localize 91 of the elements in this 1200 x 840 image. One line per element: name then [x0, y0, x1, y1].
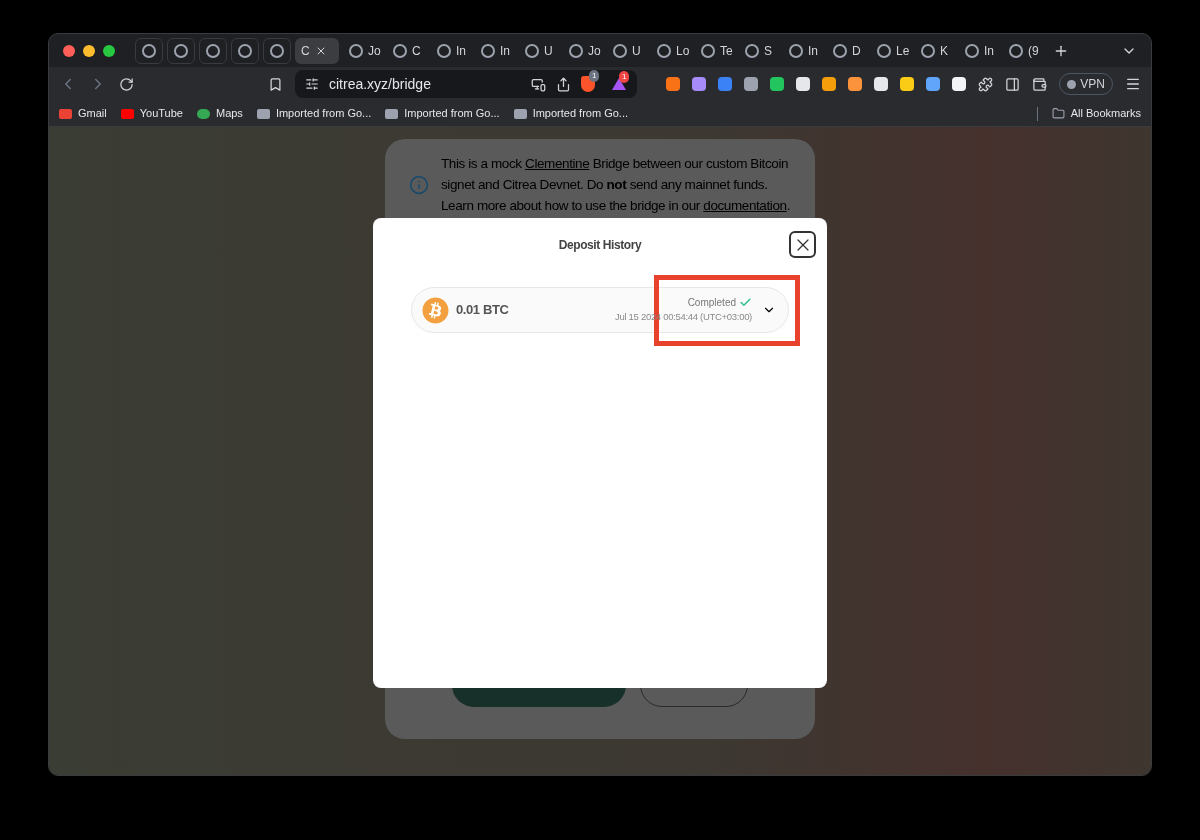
- extension-icon[interactable]: [822, 77, 837, 91]
- bookmark-icon[interactable]: [268, 76, 283, 92]
- bookmark-favicon-icon: [513, 108, 527, 119]
- favicon-icon: [174, 43, 188, 58]
- browser-tab[interactable]: Le: [871, 37, 911, 64]
- favicon-icon: [745, 43, 759, 58]
- extension-icon[interactable]: [900, 77, 915, 91]
- browser-tab[interactable]: In: [783, 37, 823, 64]
- extension-icon[interactable]: [796, 77, 811, 91]
- favicon-icon: [437, 43, 451, 58]
- browser-tab[interactable]: (9: [1003, 37, 1043, 64]
- favicon-icon: [238, 43, 252, 58]
- bookmark-item[interactable]: Imported from Go...: [385, 105, 500, 122]
- modal-title: Deposit History: [558, 237, 642, 254]
- favicon-icon: [965, 43, 979, 58]
- deposit-amount: 0.01 BTC: [456, 301, 509, 320]
- favicon-icon: [525, 43, 539, 58]
- browser-tab[interactable]: U: [607, 37, 647, 64]
- browser-tab[interactable]: Te: [695, 37, 735, 64]
- browser-tab[interactable]: Lo: [651, 37, 691, 64]
- browser-tab[interactable]: [263, 37, 291, 64]
- browser-tab[interactable]: Jo: [563, 37, 603, 64]
- extensions-icon[interactable]: [978, 76, 994, 92]
- favicon-icon: [921, 43, 935, 58]
- extension-icon[interactable]: [744, 77, 759, 91]
- extension-icon[interactable]: [926, 77, 941, 91]
- favicon-icon: [393, 43, 407, 58]
- wallet-icon[interactable]: [1032, 76, 1048, 92]
- device-icon[interactable]: [531, 76, 546, 92]
- notification-badge: 1: [619, 71, 630, 83]
- extension-icon[interactable]: [874, 77, 889, 91]
- reload-icon[interactable]: [119, 76, 134, 92]
- sidebar-icon[interactable]: [1005, 76, 1021, 92]
- minimize-window-button[interactable]: [83, 44, 95, 57]
- browser-tab[interactable]: S: [739, 37, 779, 64]
- extension-icon[interactable]: [770, 77, 785, 91]
- browser-tab[interactable]: Jo: [343, 37, 383, 64]
- favicon-icon: [657, 43, 671, 58]
- favicon-icon: [569, 43, 583, 58]
- extension-icon[interactable]: [848, 77, 863, 91]
- extension-icon[interactable]: [692, 77, 707, 91]
- favicon-icon: [481, 43, 495, 58]
- bookmark-favicon-icon: [59, 108, 72, 119]
- browser-tab[interactable]: U: [519, 37, 559, 64]
- browser-tab[interactable]: [135, 37, 163, 64]
- favicon-icon: [270, 43, 284, 58]
- browser-tab[interactable]: C: [387, 37, 427, 64]
- bookmark-item[interactable]: Maps: [196, 105, 243, 122]
- browser-tab[interactable]: In: [959, 37, 999, 64]
- bitcoin-icon: [422, 296, 449, 324]
- browser-tab[interactable]: [199, 37, 227, 64]
- favicon-icon: [833, 43, 847, 58]
- browser-tab[interactable]: C: [295, 37, 339, 64]
- browser-tab[interactable]: In: [475, 37, 515, 64]
- url-text: citrea.xyz/bridge: [329, 74, 432, 94]
- info-icon: [409, 174, 429, 195]
- bookmark-favicon-icon: [385, 108, 399, 119]
- site-settings-icon[interactable]: [305, 77, 319, 91]
- bookmark-favicon-icon: [196, 108, 210, 119]
- favicon-icon: [877, 43, 891, 58]
- bookmark-item[interactable]: Imported from Go...: [256, 105, 372, 122]
- browser-tab[interactable]: In: [431, 37, 471, 64]
- bookmark-item[interactable]: Imported from Go...: [513, 105, 628, 122]
- bookmark-item[interactable]: YouTube: [120, 105, 183, 122]
- bookmark-favicon-icon: [256, 108, 270, 119]
- close-window-button[interactable]: [63, 44, 75, 57]
- bookmark-item[interactable]: All Bookmarks: [1051, 105, 1141, 122]
- folder-icon: [1051, 107, 1065, 120]
- favicon-icon: [142, 43, 156, 58]
- close-button[interactable]: [789, 231, 816, 258]
- triangle-icon[interactable]: [611, 77, 627, 91]
- extension-icon[interactable]: [952, 77, 967, 91]
- browser-tab[interactable]: [167, 37, 195, 64]
- bookmark-item[interactable]: Gmail: [59, 105, 107, 122]
- share-icon[interactable]: [556, 76, 571, 92]
- browser-tab[interactable]: [231, 37, 259, 64]
- address-bar[interactable]: citrea.xyz/bridge 1 1: [295, 70, 637, 98]
- browser-tab[interactable]: K: [915, 37, 955, 64]
- favicon-icon: [701, 43, 715, 58]
- bookmark-favicon-icon: [120, 108, 134, 119]
- browser-tab[interactable]: D: [827, 37, 867, 64]
- zoom-window-button[interactable]: [103, 44, 115, 57]
- favicon-icon: [1009, 43, 1023, 58]
- notification-badge: 1: [589, 70, 600, 82]
- favicon-icon: [206, 43, 220, 58]
- menu-icon[interactable]: [1125, 76, 1141, 92]
- favicon-icon: [349, 43, 363, 58]
- status-text: Completed: [687, 296, 736, 311]
- notice-text: This is a mock Clementine Bridge between our custom Bitcoin signet and Citrea Devnet. Do not send any mainnet funds. Learn more about how to use the bridge in our documentation.: [441, 155, 791, 215]
- favicon-icon: [613, 43, 627, 58]
- favicon-icon: [789, 43, 803, 58]
